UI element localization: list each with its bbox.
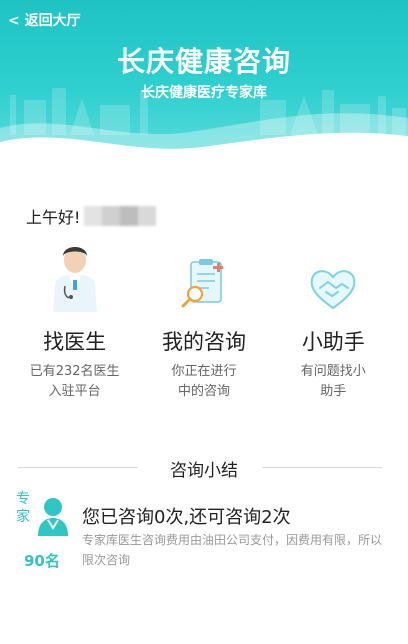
my-consultation-card[interactable]: 我的咨询 你正在进行 中的咨询 bbox=[145, 240, 263, 402]
expert-avatar-icon bbox=[38, 498, 68, 536]
blurred-username bbox=[84, 206, 157, 226]
page-title: 长庆健康咨询 bbox=[116, 45, 291, 78]
page-subtitle: 长庆健康医疗专家库 bbox=[141, 85, 267, 101]
expert-count: 90名 bbox=[24, 552, 60, 570]
assistant-card[interactable]: 小助手 有问题找小 助手 bbox=[274, 240, 392, 402]
assistant-desc: 有问题找小 助手 bbox=[274, 362, 392, 402]
consultation-fee-note: 专家库医生咨询费用由油田公司支付，因费用有限，所以限次咨询 bbox=[82, 533, 383, 567]
expert-count-badge: 专家 90名 bbox=[10, 490, 74, 580]
my-consultation-desc: 你正在进行 中的咨询 bbox=[145, 362, 263, 402]
consultation-count-text: 您已咨询0次,还可咨询2次 bbox=[82, 507, 291, 528]
my-consultation-desc-line1: 你正在进行 bbox=[171, 364, 237, 379]
summary-section-title: 咨询小结 bbox=[170, 461, 238, 481]
header-banner: < 返回大厅 长庆健康咨询 长庆健康医疗专家库 bbox=[0, 0, 408, 165]
divider-right bbox=[262, 467, 382, 468]
find-doctor-desc-line1: 已有232名医生 bbox=[29, 364, 120, 379]
find-doctor-card[interactable]: 找医生 已有232名医生 入驻平台 bbox=[16, 240, 134, 402]
greeting-text: 上午好! bbox=[26, 208, 81, 227]
assistant-desc-line1: 有问题找小 bbox=[300, 364, 366, 379]
my-consultation-label: 我的咨询 bbox=[161, 330, 246, 354]
expert-label: 专家 bbox=[16, 491, 30, 525]
my-consultation-desc-line2: 中的咨询 bbox=[177, 384, 230, 399]
find-doctor-label: 找医生 bbox=[43, 330, 107, 354]
find-doctor-desc-line2: 入驻平台 bbox=[48, 384, 101, 399]
feature-grid: 找医生 已有232名医生 入驻平台 我的咨询 你正在进行 中的咨询 小助手 有问… bbox=[0, 240, 408, 402]
assistant-label: 小助手 bbox=[301, 330, 365, 354]
back-to-hall-link[interactable]: < 返回大厅 bbox=[8, 10, 81, 30]
clipboard-search-icon bbox=[145, 240, 263, 312]
heart-handshake-icon bbox=[274, 240, 392, 312]
find-doctor-desc: 已有232名医生 入驻平台 bbox=[16, 362, 134, 402]
doctor-icon bbox=[16, 240, 134, 312]
greeting: 上午好! bbox=[26, 204, 157, 228]
assistant-desc-line2: 助手 bbox=[320, 384, 347, 399]
